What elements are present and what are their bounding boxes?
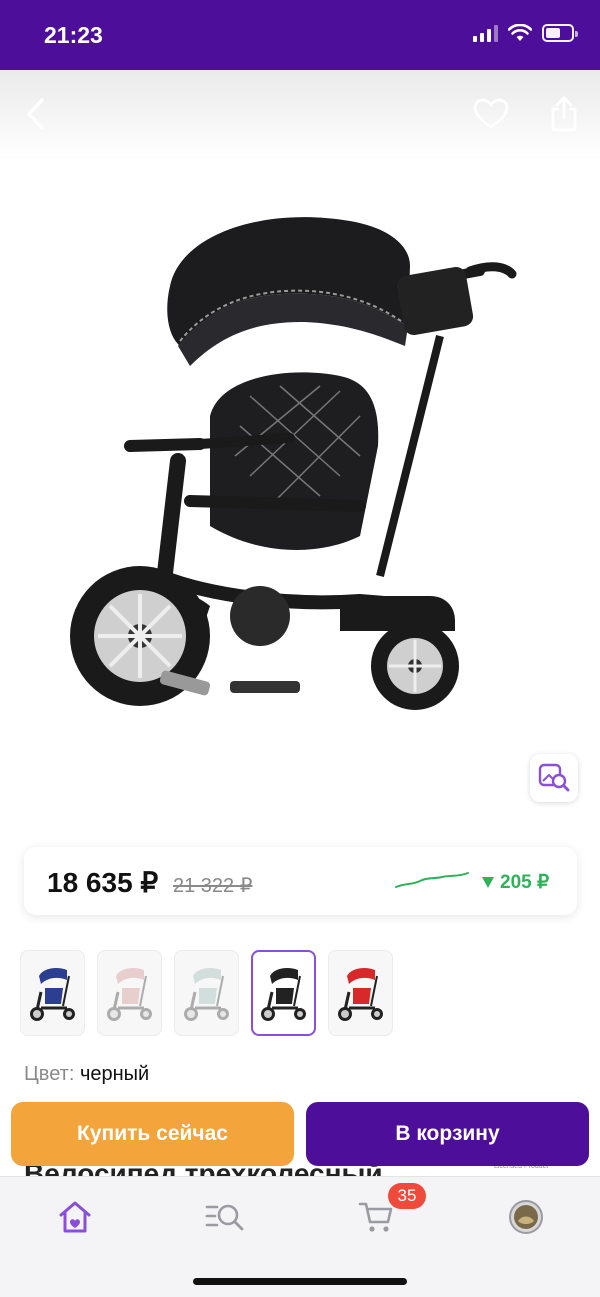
tricycle-thumbnail-icon <box>183 968 229 1021</box>
visual-search-icon <box>538 763 570 792</box>
color-swatches <box>20 950 393 1036</box>
status-icons <box>473 24 578 42</box>
status-bar: 21:23 <box>0 0 600 70</box>
heart-icon <box>473 98 509 129</box>
wifi-icon <box>508 24 532 41</box>
tab-catalog[interactable] <box>203 1195 247 1239</box>
price-down-icon <box>482 877 494 888</box>
battery-icon <box>542 24 578 42</box>
color-label: Цвет: <box>24 1063 75 1085</box>
buy-now-button[interactable]: Купить сейчас <box>11 1102 294 1166</box>
tab-home[interactable] <box>53 1195 97 1239</box>
price-drop: 205 ₽ <box>482 871 549 894</box>
visual-search-button[interactable] <box>530 754 578 802</box>
color-swatch[interactable] <box>174 950 239 1036</box>
tricycle-thumbnail-icon <box>337 968 383 1021</box>
old-price: 21 322 ₽ <box>173 875 253 897</box>
status-time: 21:23 <box>44 22 103 48</box>
color-swatch[interactable] <box>20 950 85 1036</box>
back-button[interactable] <box>14 92 58 136</box>
current-price: 18 635 ₽ <box>47 867 159 898</box>
back-icon <box>27 98 44 130</box>
price-card[interactable]: 18 635 ₽ 21 322 ₽ 205 ₽ <box>24 847 577 915</box>
price-drop-value: 205 ₽ <box>500 872 550 893</box>
add-to-cart-button[interactable]: В корзину <box>306 1102 589 1166</box>
share-button[interactable] <box>542 92 586 136</box>
tricycle-thumbnail-icon <box>29 968 75 1021</box>
cellular-signal-icon <box>473 24 498 42</box>
color-swatch[interactable] <box>328 950 393 1036</box>
color-line: Цвет: черный <box>24 1063 149 1086</box>
color-swatch[interactable] <box>251 950 316 1036</box>
favorite-button[interactable] <box>469 92 513 136</box>
cart-icon <box>358 1202 393 1232</box>
price-history-sparkline[interactable] <box>394 869 472 891</box>
tricycle-thumbnail-icon <box>106 968 152 1021</box>
share-icon <box>551 96 577 132</box>
color-swatch[interactable] <box>97 950 162 1036</box>
color-value: черный <box>79 1063 150 1085</box>
product-page: 21:23 18 635 ₽ 21 322 ₽ 205 ₽ Цвет: черн… <box>0 0 600 1297</box>
tab-profile[interactable] <box>504 1195 548 1239</box>
tricycle-thumbnail-icon <box>260 968 306 1021</box>
home-icon <box>59 1201 91 1233</box>
catalog-search-icon <box>205 1204 244 1231</box>
avatar-icon <box>509 1200 543 1234</box>
product-gallery[interactable] <box>0 70 600 824</box>
product-image <box>70 217 517 710</box>
cart-badge: 35 <box>388 1183 426 1209</box>
home-indicator <box>193 1278 407 1285</box>
